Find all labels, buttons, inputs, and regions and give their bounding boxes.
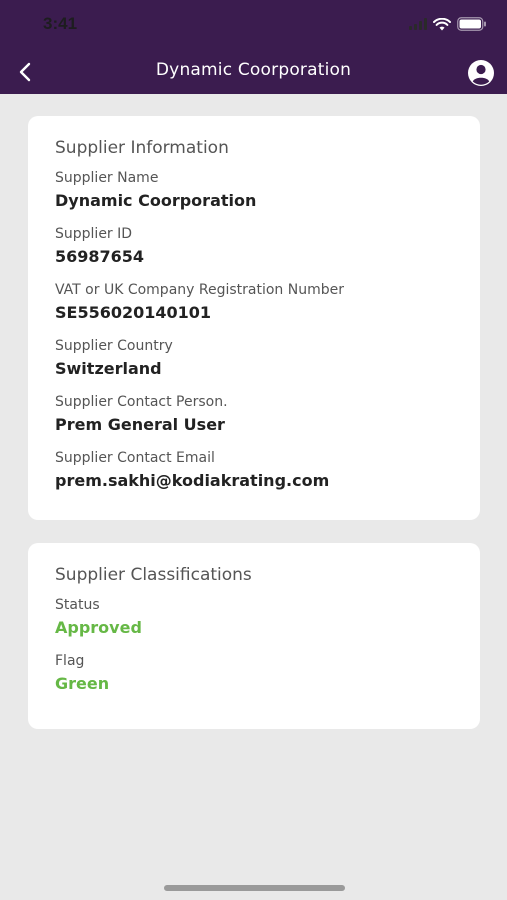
- field-label: Supplier Name: [55, 170, 159, 186]
- flag-value: Green: [55, 674, 110, 693]
- vat-registration-field: VAT or UK Company Registration Number SE…: [55, 281, 453, 324]
- field-value: Switzerland: [55, 359, 162, 378]
- field-value: prem.sakhi@kodiakrating.com: [55, 471, 330, 490]
- home-indicator[interactable]: [164, 885, 345, 891]
- field-label: Supplier Contact Person.: [55, 394, 228, 410]
- signal-icon: [409, 18, 427, 30]
- field-value: 56987654: [55, 247, 145, 266]
- status-time: 3:41: [43, 14, 78, 33]
- status-icons: [409, 17, 487, 31]
- flag-field: Flag Green: [55, 652, 453, 695]
- status-field: Status Approved: [55, 596, 453, 639]
- field-value: SE556020140101: [55, 303, 212, 322]
- contact-person-field: Supplier Contact Person. Prem General Us…: [55, 393, 453, 436]
- field-label: Flag: [55, 653, 85, 669]
- wifi-icon: [433, 17, 451, 30]
- app-header: 3:41 Dynamic Coorporation: [0, 0, 507, 94]
- card-title: Supplier Information: [55, 138, 229, 158]
- field-label: VAT or UK Company Registration Number: [55, 282, 344, 298]
- supplier-name-field: Supplier Name Dynamic Coorporation: [55, 169, 453, 212]
- page-title: Dynamic Coorporation: [155, 60, 352, 80]
- field-label: Supplier Country: [55, 338, 173, 354]
- contact-email-field: Supplier Contact Email prem.sakhi@kodiak…: [55, 449, 453, 492]
- supplier-country-field: Supplier Country Switzerland: [55, 337, 453, 380]
- field-label: Supplier ID: [55, 226, 133, 242]
- user-circle-icon[interactable]: [467, 59, 495, 87]
- supplier-classifications-card: Supplier Classifications Status Approved…: [28, 543, 480, 729]
- status-value: Approved: [55, 618, 142, 637]
- field-value: Dynamic Coorporation: [55, 191, 257, 210]
- field-label: Supplier Contact Email: [55, 450, 215, 466]
- field-label: Status: [55, 597, 100, 613]
- supplier-id-field: Supplier ID 56987654: [55, 225, 453, 268]
- supplier-information-card: Supplier Information Supplier Name Dynam…: [28, 116, 480, 520]
- battery-icon: [457, 17, 486, 31]
- card-title: Supplier Classifications: [55, 565, 252, 585]
- field-value: Prem General User: [55, 415, 225, 434]
